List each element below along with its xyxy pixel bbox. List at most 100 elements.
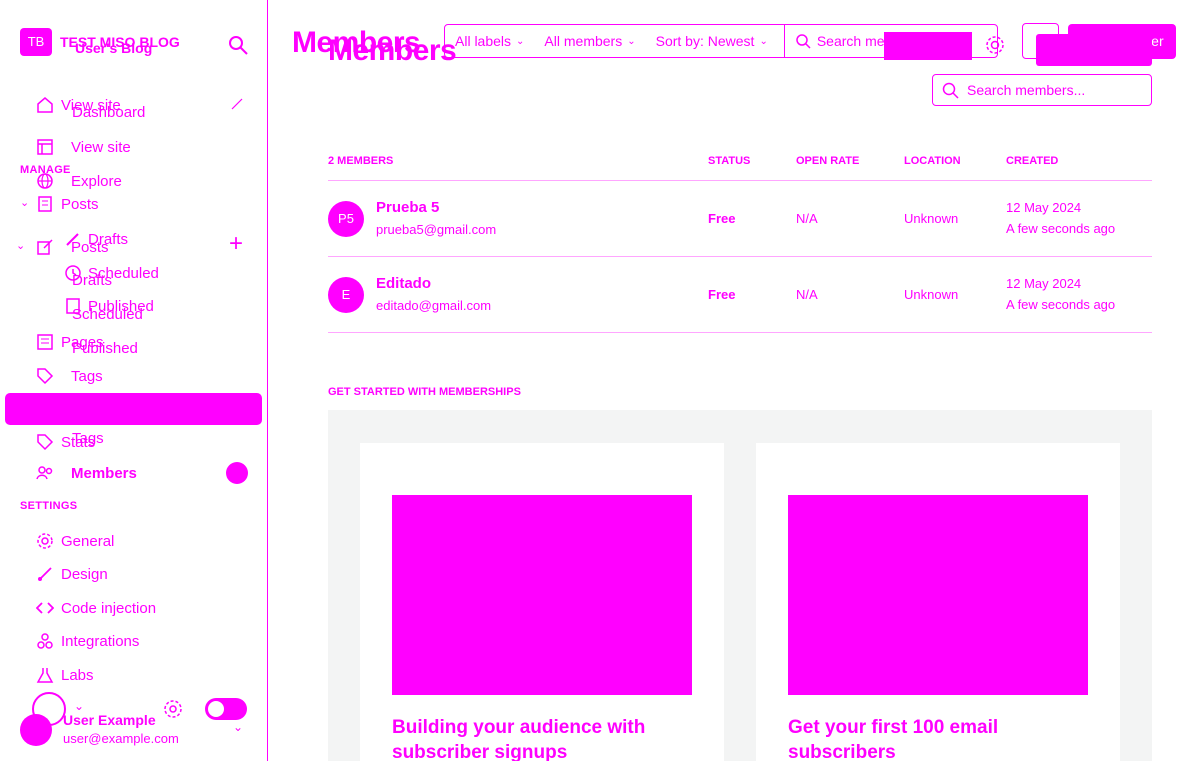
column-header-location[interactable]: LOCATION [904, 155, 961, 167]
member-created-date: 12 May 2024 [1006, 276, 1082, 291]
chevron-down-icon[interactable]: ⌄ [16, 239, 25, 252]
member-created-ago: A few seconds ago [1006, 297, 1116, 312]
filter-sort[interactable]: Sort by: Newest ⌄ [646, 25, 778, 57]
home-icon [37, 97, 53, 113]
sidebar-item-label: Code injection [61, 599, 157, 617]
sidebar-item-pages-active[interactable]: Pages [5, 393, 262, 425]
chevron-down-icon[interactable]: ⌄ [233, 720, 243, 734]
external-link-icon[interactable] [230, 97, 244, 111]
column-header-open-rate[interactable]: OPEN RATE [796, 155, 859, 167]
member-created-ago: A few seconds ago [1006, 221, 1116, 236]
sidebar-item-label: Drafts [72, 272, 113, 289]
members-badge [226, 462, 248, 484]
stats-icon [37, 434, 54, 451]
sidebar-item-posts[interactable]: Posts [36, 195, 99, 213]
member-location: Unknown [904, 211, 959, 226]
sidebar-item-labs[interactable]: Labs [36, 666, 94, 684]
column-header-status[interactable]: STATUS [708, 155, 750, 167]
gear-icon[interactable] [984, 34, 1006, 56]
sidebar-item-code-injection[interactable]: Code injection [36, 599, 156, 617]
chevron-down-icon[interactable]: ⌄ [20, 196, 29, 209]
divider [328, 332, 1152, 333]
get-started-card[interactable]: Building your audience with subscriber s… [360, 443, 724, 761]
sidebar-item-design[interactable]: Design [36, 565, 108, 583]
member-location: Unknown [904, 287, 959, 302]
sidebar-item-label: Published [72, 340, 138, 357]
get-started-title: GET STARTED WITH MEMBERSHIPS [328, 386, 521, 398]
search-placeholder: Search members... [967, 82, 1086, 98]
sidebar-item-tags-2[interactable]: Tags [72, 430, 104, 447]
user-email: user@example.com [63, 731, 179, 746]
sidebar-item-label: Labs [61, 666, 94, 684]
sidebar-item-members[interactable]: Members [36, 464, 137, 482]
sidebar-item-posts-2[interactable]: Posts [36, 238, 109, 256]
search-members-input[interactable]: Search members... [932, 74, 1152, 106]
member-status: Free [708, 211, 736, 226]
dark-mode-toggle[interactable] [205, 698, 247, 720]
sidebar-item-integrations[interactable]: Integrations [36, 632, 139, 650]
sidebar-item-view-site-2[interactable]: View site [36, 138, 131, 156]
get-started-card[interactable]: Get your first 100 email subscribers [756, 443, 1120, 761]
sidebar-item-published-2[interactable]: Published [72, 340, 138, 357]
members-icon [36, 466, 53, 480]
sidebar-item-label: Integrations [61, 632, 140, 650]
layout-icon [37, 139, 53, 155]
brand-subtitle: User's Blog [75, 40, 153, 56]
gear-icon [37, 533, 53, 549]
sidebar-item-general[interactable]: General [36, 532, 114, 550]
search-icon [942, 82, 959, 99]
member-name[interactable]: Editado [376, 275, 431, 292]
sidebar-item-tags[interactable]: Tags [36, 367, 103, 385]
card-title[interactable]: Building your audience with subscriber s… [392, 715, 692, 761]
sidebar-item-label: Posts [71, 238, 109, 256]
filter-members[interactable]: All members ⌄ [534, 25, 645, 57]
sidebar-item-label: Explore [71, 172, 122, 190]
user-name[interactable]: User Example [63, 712, 156, 728]
search-icon [796, 34, 811, 49]
code-icon [36, 602, 54, 614]
filter-labels[interactable]: All labels ⌄ [445, 25, 534, 57]
sidebar-item-label: Design [61, 565, 108, 583]
member-email: prueba5@gmail.com [376, 222, 497, 237]
chevron-down-icon[interactable]: ⌄ [74, 699, 84, 713]
card-image [392, 495, 692, 695]
card-title[interactable]: Get your first 100 email subscribers [788, 715, 1088, 761]
column-header-members[interactable]: 2 MEMBERS [328, 155, 393, 167]
sidebar-item-label: Tags [71, 367, 103, 385]
chevron-down-icon: ⌄ [516, 35, 525, 47]
new-member-button-shadow [1036, 34, 1152, 66]
add-post-icon[interactable]: + [229, 232, 243, 256]
card-image [788, 495, 1088, 695]
gear-icon[interactable] [163, 699, 183, 719]
search-icon[interactable] [227, 34, 249, 56]
flask-icon [36, 668, 54, 683]
sidebar-item-label: Dashboard [72, 104, 146, 121]
sidebar: TB TEST MISO BLOG User's Blog View site … [0, 0, 268, 761]
brush-icon [38, 567, 52, 581]
page-title-shadow: Members [328, 34, 457, 67]
column-header-created[interactable]: CREATED [1006, 155, 1058, 167]
sidebar-item-label: Scheduled [72, 306, 143, 323]
avatar[interactable] [20, 714, 52, 746]
sidebar-item-label: Tags [72, 430, 104, 447]
sidebar-item-label: Posts [61, 195, 99, 213]
section-label-settings: SETTINGS [20, 500, 78, 512]
sidebar-item-label: View site [71, 138, 131, 156]
member-status: Free [708, 287, 736, 302]
sidebar-item-label: Members [71, 464, 137, 482]
sidebar-item-scheduled-2[interactable]: Scheduled [72, 306, 143, 323]
avatar: P5 [328, 201, 364, 237]
avatar: E [328, 277, 364, 313]
tag-icon [37, 368, 54, 385]
header-overlay [884, 32, 972, 60]
sidebar-item-dashboard[interactable]: Dashboard [72, 104, 145, 121]
member-created-date: 12 May 2024 [1006, 200, 1082, 215]
posts-icon [38, 196, 52, 212]
member-email: editado@gmail.com [376, 298, 492, 313]
sidebar-item-drafts-2[interactable]: Drafts [72, 272, 112, 289]
edit-icon [37, 239, 53, 255]
divider [328, 180, 1152, 181]
sidebar-item-label: Pages [72, 401, 115, 418]
section-label-manage: MANAGE [20, 164, 71, 176]
member-name[interactable]: Prueba 5 [376, 199, 439, 216]
